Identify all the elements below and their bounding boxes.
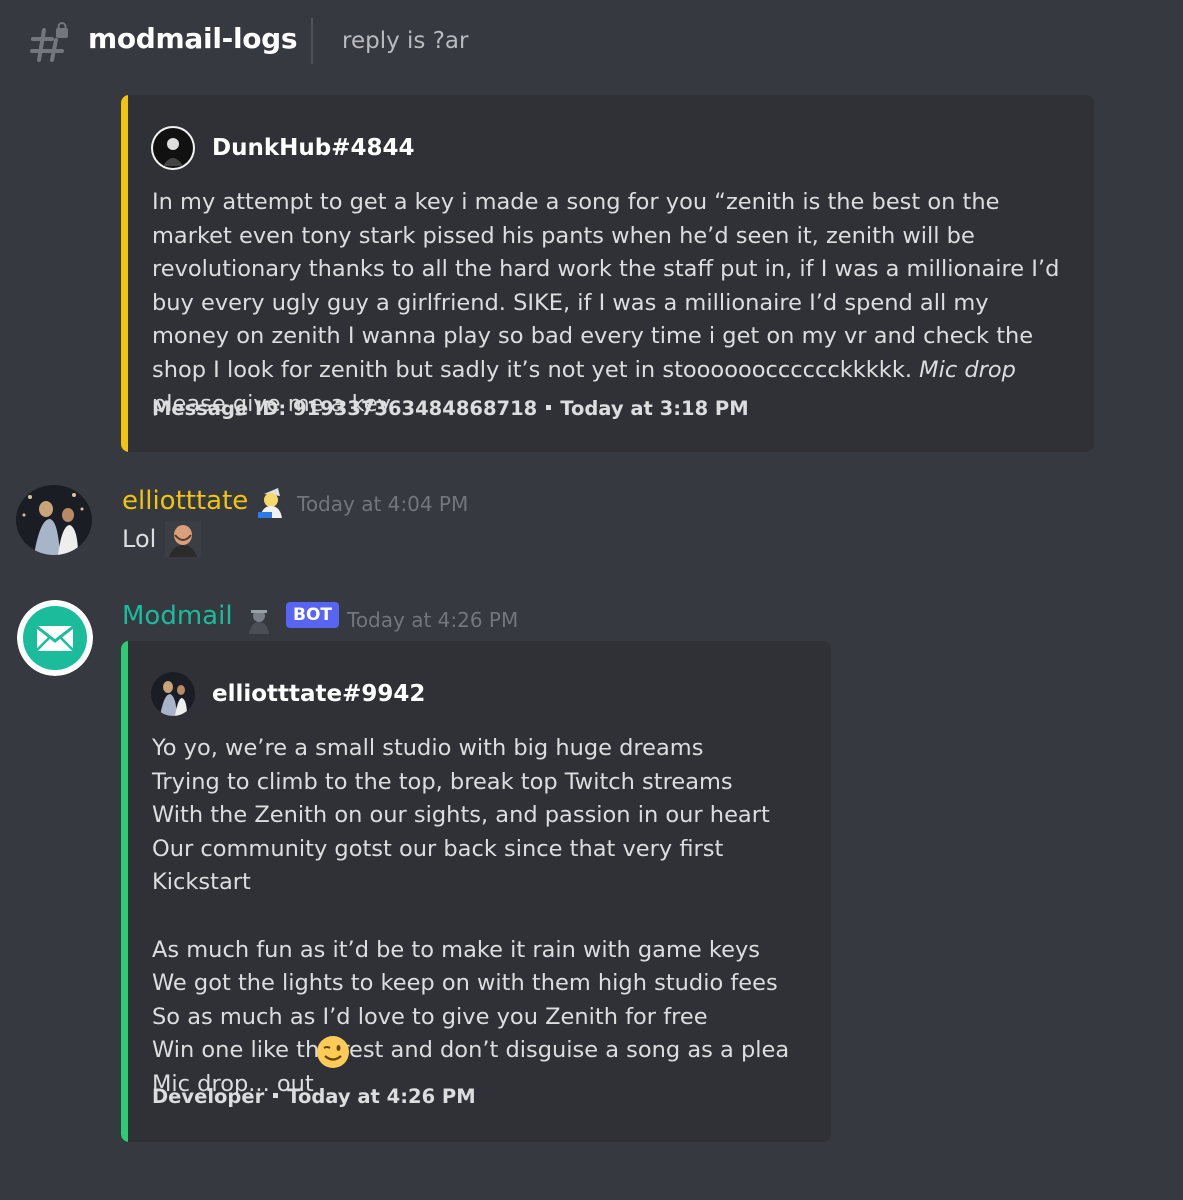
channel-name: modmail-logs bbox=[88, 22, 298, 55]
avatar[interactable] bbox=[17, 600, 93, 676]
embed-accent-bar bbox=[121, 95, 128, 452]
description-text: In my attempt to get a key i made a song… bbox=[152, 189, 1067, 383]
winking-face-icon bbox=[317, 1036, 349, 1068]
description-text: Yo yo, we’re a small studio with big hug… bbox=[152, 735, 790, 1097]
embed-author[interactable]: elliotttate#9942 bbox=[151, 672, 425, 716]
embed-author[interactable]: DunkHub#4844 bbox=[151, 126, 415, 170]
embed-author-name[interactable]: DunkHub#4844 bbox=[212, 135, 415, 161]
role-badge-icon bbox=[258, 488, 282, 518]
footer-separator bbox=[273, 1092, 279, 1098]
avatar[interactable] bbox=[151, 126, 195, 170]
reply-embed: elliotttate#9942 Yo yo, we’re a small st… bbox=[121, 641, 831, 1142]
avatar[interactable] bbox=[16, 485, 92, 555]
avatar[interactable] bbox=[151, 672, 195, 716]
message-content: Lol bbox=[122, 525, 157, 553]
locked-hash-icon bbox=[30, 22, 68, 62]
description-italic: Mic drop bbox=[919, 356, 1016, 383]
embed-footer: Developer Today at 4:26 PM bbox=[152, 1085, 476, 1108]
custom-emoji-icon bbox=[165, 521, 201, 557]
embed-accent-bar bbox=[121, 641, 128, 1142]
message-timestamp[interactable]: Today at 4:04 PM bbox=[297, 492, 468, 516]
channel-header: modmail-logs reply is ?ar bbox=[0, 0, 1183, 86]
embed-description: In my attempt to get a key i made a song… bbox=[152, 186, 1067, 421]
embed-footer: Message ID: 919337363484868718 Today at 3… bbox=[152, 397, 749, 420]
footer-separator bbox=[546, 404, 552, 410]
header-divider bbox=[311, 18, 313, 64]
bot-tag: BOT bbox=[286, 602, 340, 628]
footer-time: Today at 3:18 PM bbox=[560, 397, 749, 420]
role-badge-icon bbox=[249, 610, 269, 634]
footer-time: Today at 4:26 PM bbox=[287, 1085, 476, 1108]
username[interactable]: elliotttate bbox=[122, 486, 248, 516]
channel-topic[interactable]: reply is ?ar bbox=[342, 28, 468, 54]
envelope-icon bbox=[17, 600, 93, 676]
log-embed-dunkhub: DunkHub#4844 In my attempt to get a key … bbox=[121, 95, 1094, 452]
embed-author-name[interactable]: elliotttate#9942 bbox=[212, 681, 425, 707]
embed-description: Yo yo, we’re a small studio with big hug… bbox=[152, 732, 822, 1102]
username[interactable]: Modmail bbox=[122, 601, 233, 631]
footer-message-id: Message ID: 919337363484868718 bbox=[152, 397, 538, 420]
footer-role: Developer bbox=[152, 1085, 265, 1108]
message-timestamp[interactable]: Today at 4:26 PM bbox=[347, 608, 518, 632]
